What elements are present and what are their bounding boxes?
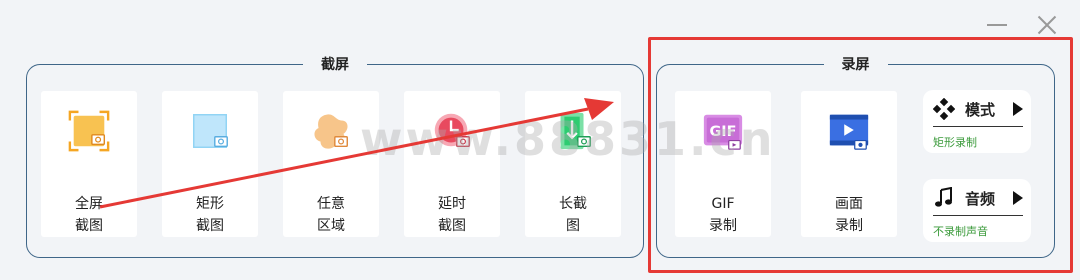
gif-record-button[interactable]: GIF GIF 录制 bbox=[675, 91, 771, 237]
screenshot-group-title: 截屏 bbox=[303, 54, 367, 74]
mode-label: 模式 bbox=[965, 100, 996, 119]
fullscreen-capture-button[interactable]: 全屏 截图 bbox=[41, 91, 137, 237]
mode-value: 矩形录制 bbox=[933, 136, 977, 149]
delayed-capture-button[interactable]: 延时 截图 bbox=[404, 91, 500, 237]
audio-label: 音频 bbox=[965, 189, 996, 208]
record-group: 录屏 GIF GIF 录制 画面 录制 模式 矩形录制 音频 不录制声音 bbox=[656, 54, 1055, 258]
rectangle-capture-button[interactable]: 矩形 截图 bbox=[162, 91, 258, 237]
gif-record-label: GIF 录制 bbox=[709, 196, 737, 234]
audio-value: 不录制声音 bbox=[933, 225, 988, 238]
fullscreen-capture-icon bbox=[68, 110, 110, 152]
fullscreen-capture-label: 全屏 截图 bbox=[75, 196, 103, 234]
rectangle-capture-icon bbox=[193, 114, 228, 148]
mode-selector[interactable]: 模式 矩形录制 bbox=[923, 90, 1031, 153]
long-capture-button[interactable]: 长截图 bbox=[525, 91, 621, 237]
video-record-button[interactable]: 画面 录制 bbox=[801, 91, 897, 237]
audio-divider bbox=[933, 215, 1023, 216]
music-note-icon bbox=[935, 187, 952, 207]
gif-record-icon: GIF bbox=[703, 114, 743, 150]
minimize-icon[interactable] bbox=[984, 12, 1010, 38]
video-record-label: 画面 录制 bbox=[835, 196, 863, 234]
freeform-capture-label: 任意 区域 bbox=[317, 196, 345, 234]
video-record-icon bbox=[829, 114, 869, 150]
mode-diamond-icon bbox=[933, 98, 955, 120]
long-capture-label: 长截图 bbox=[559, 196, 587, 234]
rectangle-capture-label: 矩形 截图 bbox=[196, 196, 224, 234]
screenshot-group: 截屏 全屏 截图 矩形 截图 任意 区域 延时 截图 长截 图 bbox=[26, 54, 644, 258]
delayed-capture-label: 延时 截图 bbox=[438, 196, 466, 234]
svg-text:GIF: GIF bbox=[710, 124, 737, 140]
record-group-title: 录屏 bbox=[823, 54, 888, 74]
mode-expand-icon[interactable] bbox=[1013, 102, 1023, 116]
delayed-capture-icon bbox=[434, 113, 470, 148]
long-capture-icon bbox=[560, 112, 591, 150]
audio-selector[interactable]: 音频 不录制声音 bbox=[923, 179, 1031, 242]
close-icon[interactable] bbox=[1034, 12, 1060, 38]
freeform-capture-button[interactable]: 任意 区域 bbox=[283, 91, 379, 237]
audio-expand-icon[interactable] bbox=[1013, 191, 1023, 205]
freeform-capture-icon bbox=[314, 114, 348, 149]
mode-divider bbox=[933, 126, 1023, 127]
